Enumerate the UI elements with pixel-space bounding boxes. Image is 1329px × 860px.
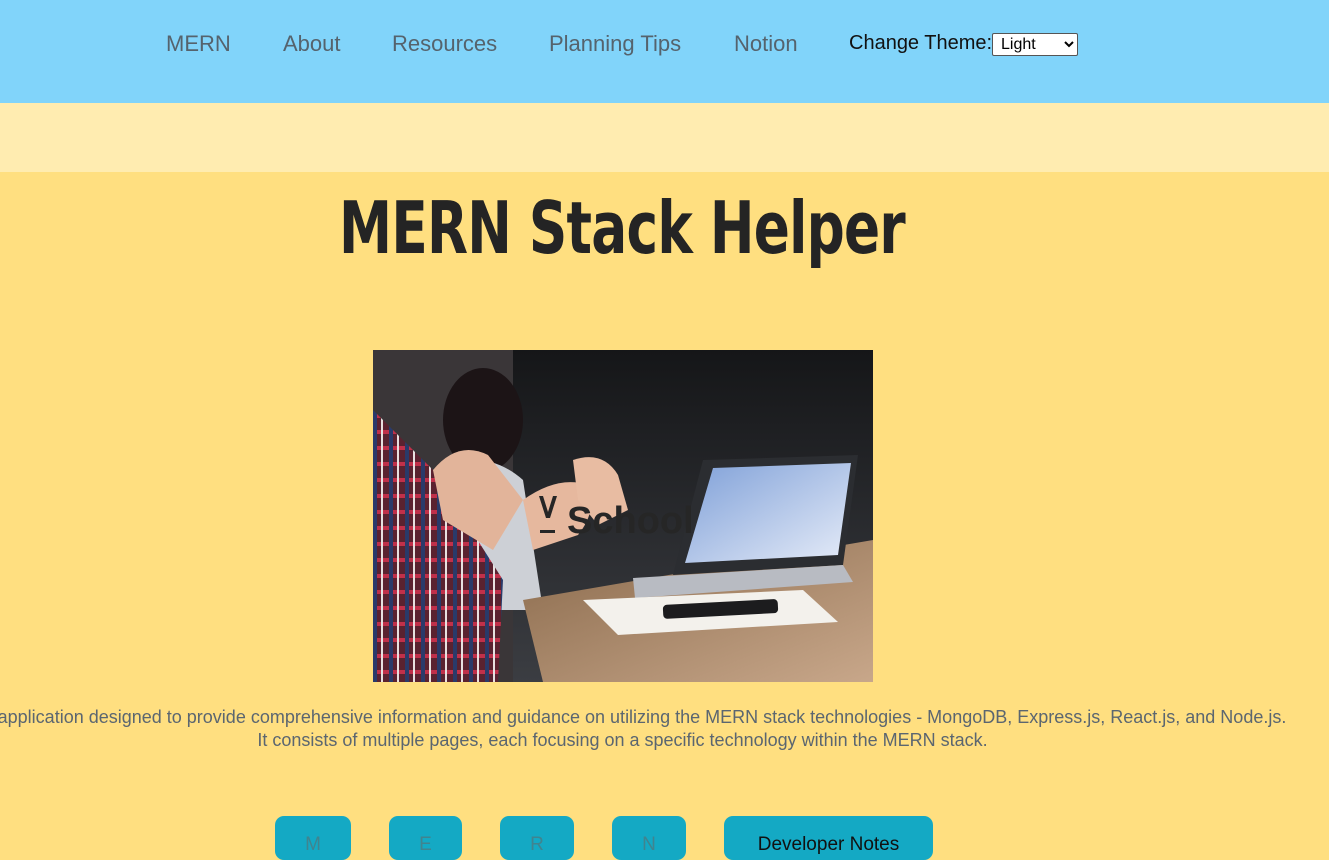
express-button[interactable]: E: [389, 816, 462, 860]
description: This application designed to provide com…: [0, 706, 1329, 752]
hero-image: School: [373, 350, 873, 682]
nav-link-planning-tips[interactable]: Planning Tips: [549, 31, 681, 57]
nav-link-about[interactable]: About: [283, 31, 341, 57]
svg-text:School: School: [567, 500, 694, 542]
header-band: [0, 103, 1329, 172]
theme-select[interactable]: Light: [992, 33, 1078, 56]
nav-link-notion[interactable]: Notion: [734, 31, 798, 57]
page-title: MERN Stack Helper: [339, 186, 906, 270]
nav-link-mern[interactable]: MERN: [166, 31, 231, 57]
navbar: MERN About Resources Planning Tips Notio…: [0, 0, 1329, 103]
description-line-1: This application designed to provide com…: [0, 707, 1287, 727]
description-line-2: It consists of multiple pages, each focu…: [257, 730, 988, 750]
node-button[interactable]: N: [612, 816, 686, 860]
laptop-meeting-photo-icon: School: [373, 350, 873, 682]
theme-label: Change Theme:: [849, 32, 993, 54]
mongodb-button[interactable]: M: [275, 816, 351, 860]
react-button[interactable]: R: [500, 816, 574, 860]
nav-link-resources[interactable]: Resources: [392, 31, 497, 57]
developer-notes-button[interactable]: Developer Notes: [724, 816, 933, 860]
